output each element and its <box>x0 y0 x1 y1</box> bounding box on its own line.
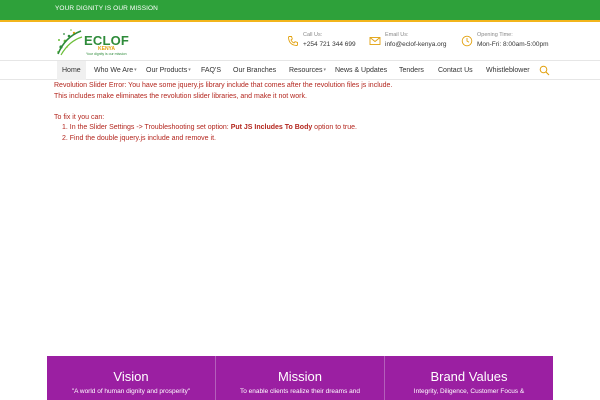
value-card-brand-values: Brand Values Integrity, Diligence, Custo… <box>384 356 553 400</box>
slider-error-message: Revolution Slider Error: You have some j… <box>54 81 554 144</box>
contact-phone[interactable]: Call Us: +254 721 344 699 <box>287 32 362 54</box>
value-text: Integrity, Diligence, Customer Focus & <box>413 388 525 395</box>
contact-label: Opening Time: <box>477 32 513 38</box>
values-band: Vision "A world of human dignity and pro… <box>47 356 553 400</box>
step-text: option to true. <box>312 124 357 131</box>
chevron-down-icon: ▾ <box>188 67 191 73</box>
contact-value: +254 721 344 699 <box>303 41 356 48</box>
phone-icon <box>288 36 298 46</box>
site-logo[interactable]: ECLOF KENYA Your dignity is our mission <box>55 27 150 59</box>
value-text: To enable clients realize their dreams a… <box>240 388 360 395</box>
envelope-icon <box>369 37 381 45</box>
value-title: Vision <box>113 369 149 384</box>
nav-item-label: Our Branches <box>233 67 277 74</box>
nav-item-label: Contact Us <box>438 67 473 74</box>
chevron-down-icon: ▾ <box>323 67 326 73</box>
error-fix-step: 1. In the Slider Settings -> Troubleshoo… <box>62 123 554 134</box>
contact-email[interactable]: Email Us: info@eclof-kenya.org <box>369 32 449 54</box>
logo-tagline: Your dignity is our mission <box>86 52 127 56</box>
value-card-vision: Vision "A world of human dignity and pro… <box>47 356 215 400</box>
nav-item-resources[interactable]: Resources▾ <box>289 61 326 80</box>
nav-item-who-we-are[interactable]: Who We Are▾ <box>94 61 137 80</box>
error-line: Revolution Slider Error: You have some j… <box>54 82 393 89</box>
nav-item-label: Our Products <box>146 67 188 74</box>
step-option-name: Put JS Includes To Body <box>230 124 313 131</box>
nav-item-label: Home <box>62 67 81 74</box>
logo-swirl-icon <box>57 29 83 56</box>
nav-item-our-branches[interactable]: Our Branches <box>233 61 276 80</box>
contact-value: Mon-Fri: 8:00am-5:00pm <box>477 41 549 48</box>
nav-item-tenders[interactable]: Tenders <box>399 61 424 80</box>
value-card-mission: Mission To enable clients realize their … <box>215 356 384 400</box>
value-text: "A world of human dignity and prosperity… <box>71 388 191 395</box>
nav-item-label: FAQ'S <box>201 67 222 74</box>
main-nav: Home Who We Are▾ Our Products▾ FAQ'S Our… <box>0 60 600 80</box>
error-fix-heading: To fix it you can: <box>54 113 105 121</box>
nav-item-label: Whistleblower <box>486 67 530 74</box>
contact-value: info@eclof-kenya.org <box>385 41 447 48</box>
nav-item-our-products[interactable]: Our Products▾ <box>146 61 191 80</box>
nav-item-label: News & Updates <box>335 67 388 74</box>
clock-icon <box>461 35 473 47</box>
contact-label: Email Us: <box>385 32 409 38</box>
nav-item-home[interactable]: Home <box>57 61 86 80</box>
search-icon[interactable] <box>539 65 550 76</box>
nav-item-news-updates[interactable]: News & Updates <box>335 61 387 80</box>
nav-item-label: Who We Are <box>94 67 134 74</box>
error-fix-steps: 1. In the Slider Settings -> Troubleshoo… <box>54 123 554 144</box>
error-line: This includes make eliminates the revolu… <box>54 92 307 100</box>
value-title: Brand Values <box>430 369 508 384</box>
chevron-down-icon: ▾ <box>134 67 137 73</box>
contact-hours: Opening Time: Mon-Fri: 8:00am-5:00pm <box>461 32 561 54</box>
nav-item-contact-us[interactable]: Contact Us <box>438 61 473 80</box>
value-title: Mission <box>277 369 323 384</box>
contact-label: Call Us: <box>303 32 323 38</box>
top-bar-tagline: YOUR DIGNITY IS OUR MISSION <box>55 5 158 12</box>
error-fix-step: 2. Find the double jquery.js include and… <box>62 134 216 142</box>
site-header: ECLOF KENYA Your dignity is our mission … <box>0 24 600 60</box>
step-text: 1. In the Slider Settings -> Troubleshoo… <box>62 124 231 131</box>
nav-item-label: Resources <box>289 67 323 74</box>
nav-item-whistleblower[interactable]: Whistleblower <box>486 61 530 80</box>
nav-item-faqs[interactable]: FAQ'S <box>201 61 221 80</box>
top-bar: YOUR DIGNITY IS OUR MISSION <box>0 0 600 22</box>
nav-item-label: Tenders <box>399 67 424 74</box>
